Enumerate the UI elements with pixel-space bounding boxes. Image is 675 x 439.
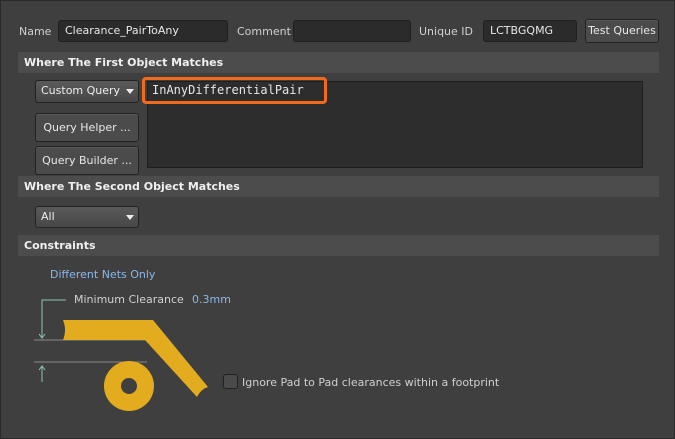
constraints-header: Constraints bbox=[18, 235, 659, 256]
chevron-down-icon bbox=[126, 89, 134, 94]
unique-id-input[interactable]: LCTBGQMG bbox=[483, 20, 577, 42]
first-object-header: Where The First Object Matches bbox=[18, 52, 659, 73]
comment-input[interactable] bbox=[293, 20, 411, 42]
dimension-arrows-icon bbox=[38, 299, 66, 382]
second-object-dropdown-value: All bbox=[41, 210, 55, 223]
query-text[interactable]: InAnyDifferentialPair bbox=[152, 83, 304, 97]
ignore-pad-checkbox[interactable] bbox=[223, 374, 238, 389]
query-builder-button[interactable]: Query Builder ... bbox=[35, 146, 139, 175]
first-object-dropdown-value: Custom Query bbox=[41, 84, 121, 97]
clearance-diagram bbox=[34, 299, 208, 411]
test-queries-button[interactable]: Test Queries bbox=[585, 19, 659, 43]
second-object-dropdown[interactable]: All bbox=[35, 206, 139, 228]
different-nets-only[interactable]: Different Nets Only bbox=[50, 268, 155, 281]
first-object-dropdown[interactable]: Custom Query bbox=[35, 80, 139, 103]
comment-label: Comment bbox=[237, 25, 291, 38]
unique-id-label: Unique ID bbox=[419, 25, 474, 38]
ignore-pad-label[interactable]: Ignore Pad to Pad clearances within a fo… bbox=[242, 376, 499, 389]
name-label: Name bbox=[19, 25, 52, 38]
chevron-down-icon bbox=[126, 215, 134, 220]
name-input[interactable]: Clearance_PairToAny bbox=[58, 20, 228, 42]
rule-editor: Name Clearance_PairToAny Comment Unique … bbox=[0, 0, 675, 439]
second-object-header: Where The Second Object Matches bbox=[18, 176, 659, 197]
query-helper-button[interactable]: Query Helper ... bbox=[35, 113, 139, 142]
